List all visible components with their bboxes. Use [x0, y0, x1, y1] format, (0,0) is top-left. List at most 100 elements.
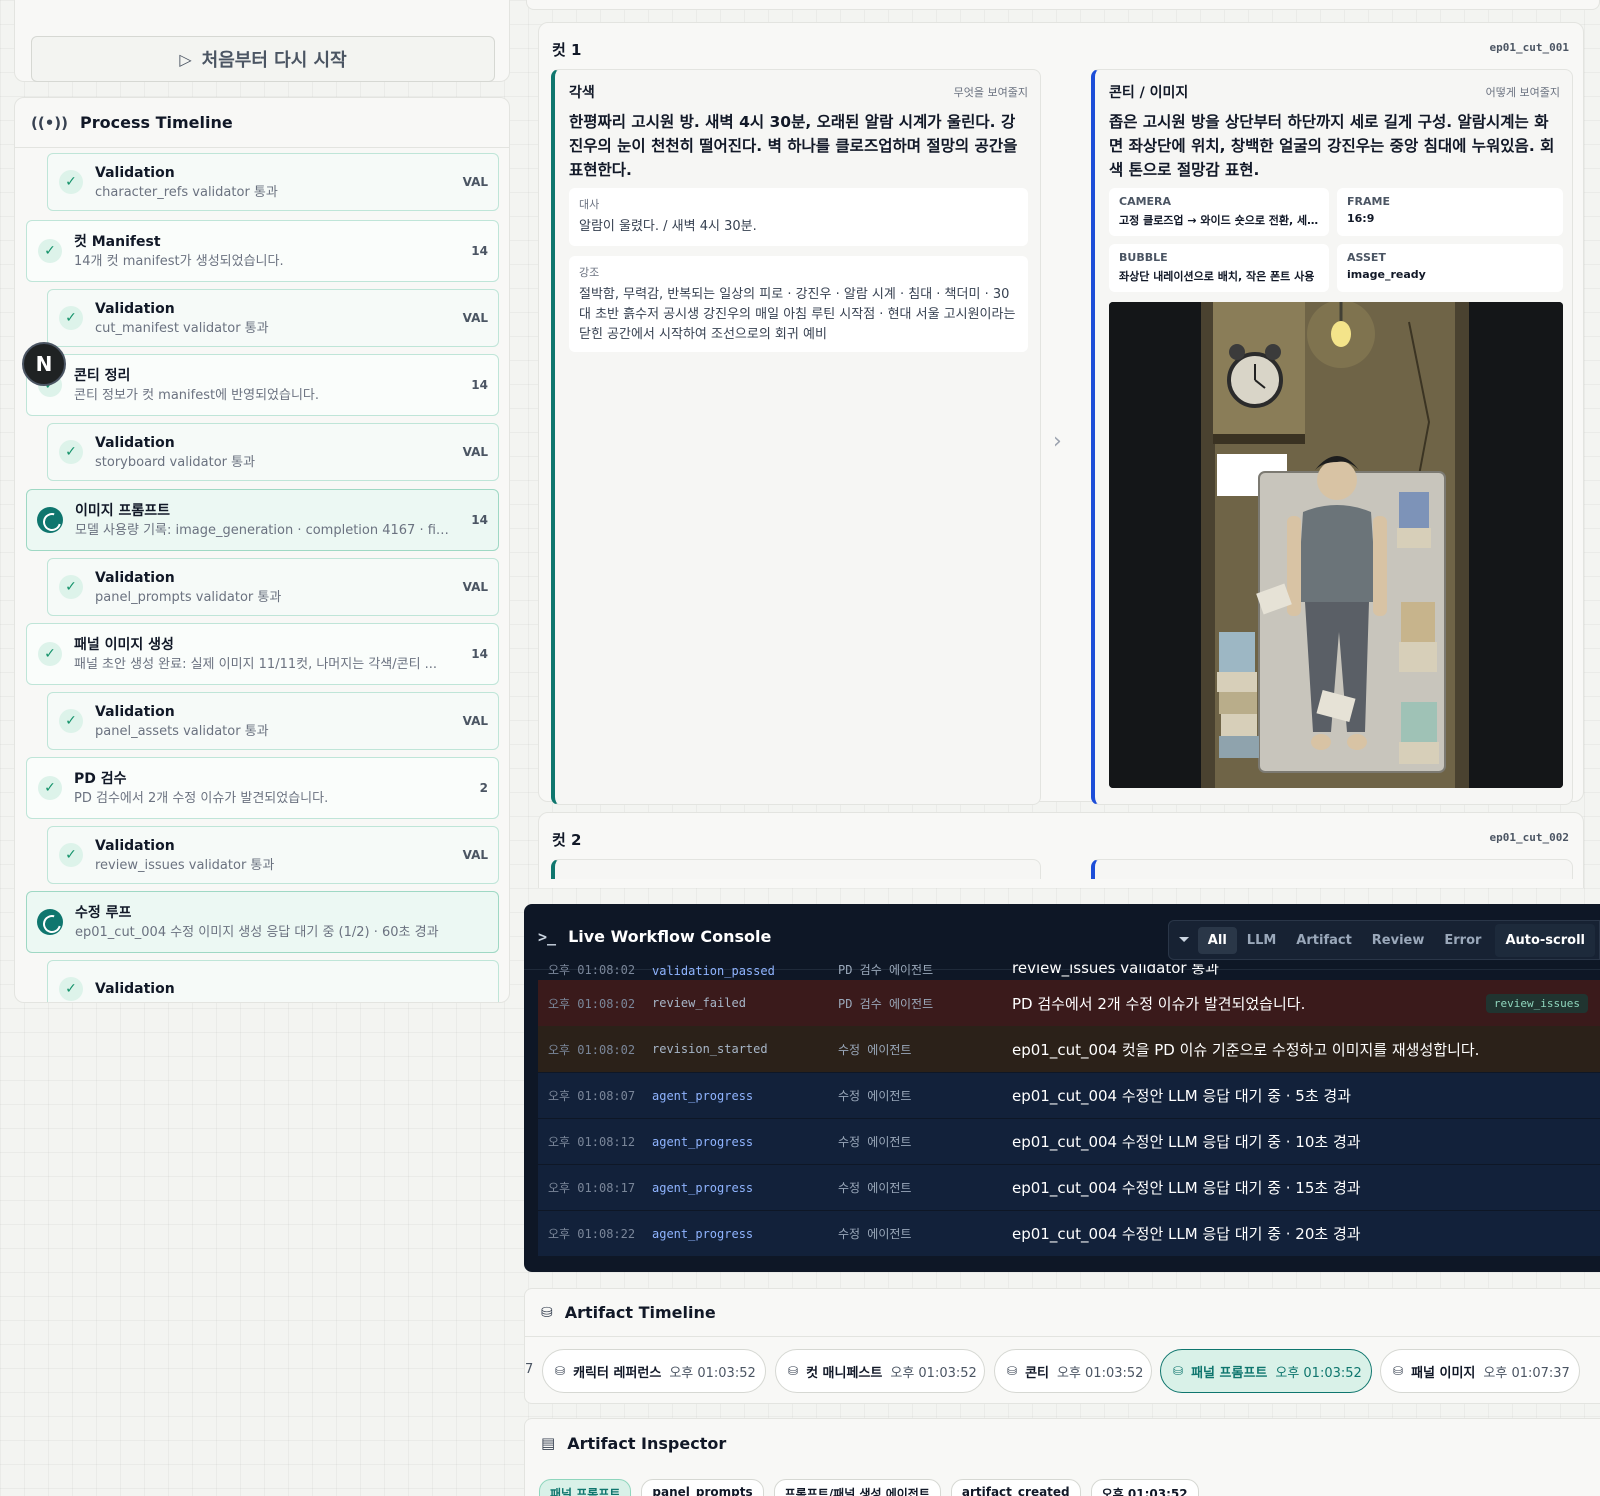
camera-value: 고정 클로즈업 → 와이드 숏으로 전환, 세로 스크롤 연출	[1119, 214, 1319, 227]
timeline-step-badge: VAL	[462, 580, 488, 594]
timeline-step-badge: VAL	[462, 848, 488, 862]
artifact-tag-row: 패널 프롬프트 panel_prompts 프롬프트/패널 생성 에이전트 artif…	[539, 1479, 1199, 1496]
filter-all-button[interactable]: All	[1197, 926, 1237, 954]
log-agent: 수정 에이전트	[838, 1181, 912, 1195]
chevron-right-icon[interactable]: ›	[1053, 429, 1062, 454]
artifact-timeline-panel: ⛁ Artifact Timeline 7 ⛁ 캐릭터 레퍼런스 오후 01:03:5…	[524, 1288, 1600, 1404]
filter-error-button[interactable]: Error	[1434, 927, 1491, 954]
artifact-chip-name: 패널 프롬프트	[1191, 1365, 1268, 1381]
camera-label: CAMERA	[1119, 195, 1172, 208]
timeline-step[interactable]: ✓콘티 정리콘티 정보가 컷 manifest에 반영되었습니다.14	[26, 354, 499, 416]
artifact-chip-time: 오후 01:03:52	[1056, 1365, 1144, 1381]
timeline-step-badge: VAL	[462, 714, 488, 728]
check-icon: ✓	[38, 776, 62, 800]
avatar[interactable]: N	[22, 342, 66, 386]
console-log-row[interactable]: 오후 01:08:22 agent_progress 수정 에이전트 ep01_cut…	[538, 1210, 1600, 1256]
validation-item[interactable]: ✓ Validation panel_prompts validator 통과 VAL	[47, 558, 499, 616]
process-timeline-title: Process Timeline	[80, 113, 233, 132]
artifact-tag: 프롬프트/패널 생성 에이전트	[773, 1479, 941, 1496]
validation-item[interactable]: ✓ Validation character_refs validator 통과 VA…	[47, 153, 499, 211]
live-workflow-console: >_ Live Workflow Console ⏷ All LLM Artifac…	[524, 904, 1600, 1272]
console-log-row[interactable]: 오후 01:08:02 revision_started 수정 에이전트 ep01_c…	[538, 1026, 1600, 1072]
database-icon: ⛁	[1007, 1364, 1018, 1378]
restart-button[interactable]: ▷ 처음부터 다시 시작	[31, 36, 495, 82]
cut-card[interactable]: 컷 2 ep01_cut_002	[538, 812, 1584, 888]
database-icon: ⛁	[788, 1364, 799, 1378]
console-title: Live Workflow Console	[568, 927, 772, 946]
log-tag[interactable]: review_issues	[1485, 993, 1588, 1013]
emphasis-text: 절박함, 무력감, 반복되는 일상의 피로 · 강진우 · 알람 시계 · 침대…	[579, 287, 1016, 342]
storyboard-area[interactable]: 컷 1 ep01_cut_001 각색 무엇을 보여줄지 한평짜리 고시원 방.…	[526, 10, 1600, 888]
frame-box: FRAME 16:9	[1337, 188, 1563, 236]
validation-item[interactable]: ✓ Validation	[47, 960, 499, 1002]
artifact-chip-name: 패널 이미지	[1411, 1365, 1476, 1381]
cut-card[interactable]: 컷 1 ep01_cut_001 각색 무엇을 보여줄지 한평짜리 고시원 방.…	[538, 22, 1584, 805]
filter-review-button[interactable]: Review	[1362, 927, 1435, 954]
log-message: PD 검수에서 2개 수정 이슈가 발견되었습니다.	[1012, 994, 1306, 1013]
console-log-row[interactable]: 오후 01:08:17 agent_progress 수정 에이전트 ep01_cut…	[538, 1164, 1600, 1210]
artifact-chip[interactable]: ⛁ 패널 프롬프트 오후 01:03:52	[1160, 1349, 1372, 1393]
dialogue-label: 대사	[579, 198, 600, 211]
validation-item[interactable]: ✓ Validation cut_manifest validator 통과 VAL	[47, 289, 499, 347]
conti-card: 콘티 / 이미지 어떻게 보여줄지 좁은 고시원 방을 상단부터 하단까지 세로…	[1091, 69, 1573, 805]
timeline-step[interactable]: ✓ 컷 Manifest 14개 컷 manifest가 생성되었습니다. 14	[26, 220, 499, 282]
panel-illustration	[1109, 302, 1563, 788]
log-time: 오후 01:08:12	[548, 1135, 636, 1149]
cut-title: 컷 2	[552, 831, 582, 849]
artifact-chip-time: 오후 01:03:52	[890, 1365, 977, 1381]
timeline-step-text: 이미지 프롬프트 모델 사용량 기록: image_generation · co…	[75, 501, 455, 540]
timeline-step-text: Validation	[95, 979, 498, 999]
timeline-step-text: 패널 이미지 생성 패널 초안 생성 완료: 실제 이미지 11/11컷, 나머지…	[74, 635, 455, 674]
artifact-inspector-panel: ▤ Artifact Inspector 패널 프롬프트 panel_prompt…	[524, 1418, 1600, 1496]
avatar-letter: N	[35, 352, 53, 376]
timeline-step[interactable]: 이미지 프롬프트 모델 사용량 기록: image_generation · co…	[26, 489, 499, 551]
timeline-step-desc: PD 검수에서 2개 수정 이슈가 발견되었습니다.	[74, 790, 329, 806]
filter-artifact-button[interactable]: Artifact	[1286, 927, 1362, 954]
timeline-step-title: Validation	[95, 981, 175, 997]
timeline-step-desc: review_issues validator 통과	[95, 857, 275, 873]
restart-button-label: 처음부터 다시 시작	[201, 50, 347, 71]
artifact-chip-time: 오후 01:07:37	[1483, 1365, 1570, 1381]
check-icon: ✓	[59, 709, 83, 733]
script-card	[551, 859, 1041, 879]
log-agent: 수정 에이전트	[838, 1042, 912, 1057]
timeline-step[interactable]: ✓ PD 검수 PD 검수에서 2개 수정 이슈가 발견되었습니다. 2	[26, 757, 499, 819]
timeline-step[interactable]: ✓ 패널 이미지 생성 패널 초안 생성 완료: 실제 이미지 11/11컷, 나머…	[26, 623, 499, 685]
console-log-row[interactable]: 오후 01:08:12 agent_progress 수정 에이전트 ep01_cut…	[538, 1118, 1600, 1164]
database-icon: ⛁	[1393, 1364, 1404, 1378]
timeline-step-badge: 14	[471, 647, 488, 661]
timeline-step-desc: panel_assets validator 통과	[95, 723, 269, 739]
artifact-tag: artifact_created	[950, 1479, 1081, 1496]
validation-item[interactable]: ✓ Validation storyboard validator 통과 VAL	[47, 423, 499, 481]
validation-item[interactable]: ✓ Validation review_issues validator 통과 VAL	[47, 826, 499, 884]
timeline-step-title: 이미지 프롬프트	[75, 502, 171, 519]
artifact-chip[interactable]: ⛁ 캐릭터 레퍼런스 오후 01:03:52	[542, 1349, 766, 1393]
timeline-step-text: Validation panel_prompts validator 통과	[95, 568, 447, 607]
artifact-chip-fragment: 7	[525, 1362, 534, 1377]
timeline-step-title: PD 검수	[74, 770, 127, 787]
filter-icon: ⏷	[1178, 932, 1190, 948]
timeline-step-text: 컷 Manifest 14개 컷 manifest가 생성되었습니다.	[74, 232, 455, 271]
console-log-row[interactable]: 오후 01:08:02 validation_passed PD 검수 에이전트 re…	[538, 964, 1600, 978]
timeline-step-desc: character_refs validator 통과	[95, 184, 278, 200]
console-log-row[interactable]: 오후 01:08:02 review_failed PD 검수 에이전트 PD 검수에…	[538, 980, 1600, 1026]
filter-llm-button[interactable]: LLM	[1237, 927, 1287, 954]
timeline-step-desc: storyboard validator 통과	[95, 454, 256, 470]
timeline-step-badge: VAL	[462, 445, 488, 459]
frame-value: 16:9	[1347, 212, 1375, 225]
validation-item[interactable]: ✓ Validation panel_assets validator 통과 VAL	[47, 692, 499, 750]
database-icon: ⛁	[1173, 1364, 1184, 1378]
console-log-row[interactable]: 오후 01:08:07 agent_progress 수정 에이전트 ep01_cut…	[538, 1072, 1600, 1118]
artifact-chip[interactable]: ⛁ 패널 이미지 오후 01:07:37	[1380, 1349, 1580, 1393]
autoscroll-button[interactable]: Auto-scroll	[1495, 923, 1595, 957]
timeline-step-text: Validation panel_assets validator 통과	[95, 702, 447, 741]
log-event: agent_progress	[652, 1226, 754, 1241]
console-filter-group: ⏷ All LLM Artifact Review Error Auto-scroll	[1167, 920, 1600, 960]
log-agent: 수정 에이전트	[838, 1135, 912, 1149]
artifact-chip[interactable]: ⛁ 컷 매니페스트 오후 01:03:52	[775, 1349, 985, 1393]
panel-image[interactable]	[1109, 302, 1563, 788]
cut-title: 컷 1	[552, 41, 582, 59]
artifact-chip[interactable]: ⛁ 콘티 오후 01:03:52	[994, 1349, 1152, 1393]
log-agent: 수정 에이전트	[838, 1227, 912, 1241]
timeline-step[interactable]: 수정 루프 ep01_cut_004 수정 이미지 생성 응답 대기 중 (1/2…	[26, 891, 499, 953]
